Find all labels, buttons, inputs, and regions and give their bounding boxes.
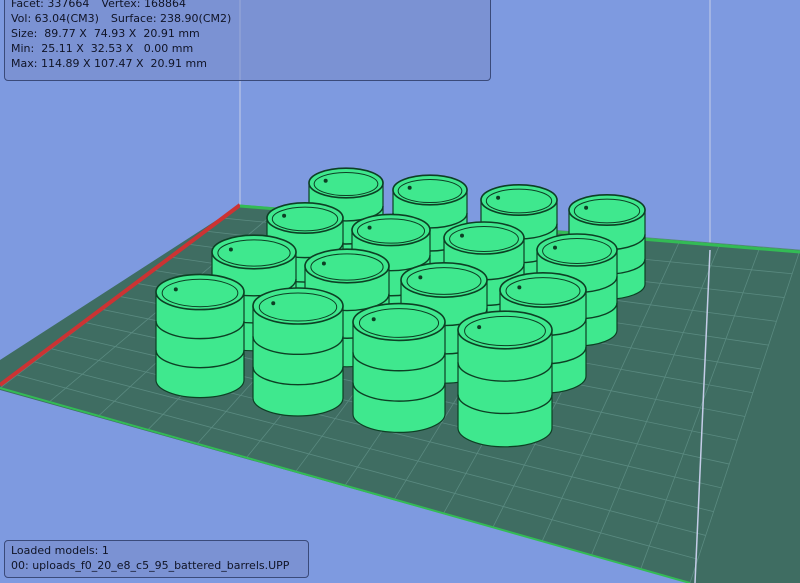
- barrel: [155, 273, 245, 399]
- loaded-count: 1: [101, 544, 109, 557]
- vertex-label: Vertex:: [101, 0, 141, 10]
- model-index: 00:: [11, 559, 29, 572]
- model-stats-panel: Facet: 337664 Vertex: 168864 Vol: 63.04(C…: [4, 0, 491, 81]
- facet-label: Facet:: [11, 0, 44, 10]
- vertex-value: 168864: [143, 0, 186, 10]
- max-row: Max: 114.89 X 107.47 X 20.91 mm: [11, 56, 484, 71]
- size-row: Size: 89.77 X 74.93 X 20.91 mm: [11, 26, 484, 41]
- min-value: 25.11 X 32.53 X 0.00 mm: [41, 42, 194, 55]
- max-label: Max:: [11, 57, 38, 70]
- size-label: Size:: [11, 27, 38, 40]
- facet-value: 337664: [47, 0, 90, 10]
- loaded-models-panel: Loaded models: 1 00: uploads_f0_20_e8_c5…: [4, 540, 309, 578]
- facet-vertex-row: Facet: 337664 Vertex: 168864: [11, 0, 484, 11]
- vol-label: Vol:: [11, 12, 32, 25]
- max-value: 114.89 X 107.47 X 20.91 mm: [40, 57, 207, 70]
- model-filename: uploads_f0_20_e8_c5_95_battered_barrels.…: [32, 559, 290, 572]
- loaded-label: Loaded models:: [11, 544, 99, 557]
- 3d-viewport[interactable]: [0, 0, 800, 583]
- loaded-count-row: Loaded models: 1: [11, 543, 302, 558]
- min-row: Min: 25.11 X 32.53 X 0.00 mm: [11, 41, 484, 56]
- barrel: [352, 302, 446, 433]
- volume-surface-row: Vol: 63.04(CM3) Surface: 238.90(CM2): [11, 11, 484, 26]
- model-list-item[interactable]: 00: uploads_f0_20_e8_c5_95_battered_barr…: [11, 558, 302, 573]
- barrel: [252, 287, 344, 417]
- barrel: [457, 310, 553, 448]
- size-value: 89.77 X 74.93 X 20.91 mm: [44, 27, 200, 40]
- surface-label: Surface:: [110, 12, 157, 25]
- vol-value: 63.04(CM3): [34, 12, 99, 25]
- surface-value: 238.90(CM2): [160, 12, 232, 25]
- min-label: Min:: [11, 42, 35, 55]
